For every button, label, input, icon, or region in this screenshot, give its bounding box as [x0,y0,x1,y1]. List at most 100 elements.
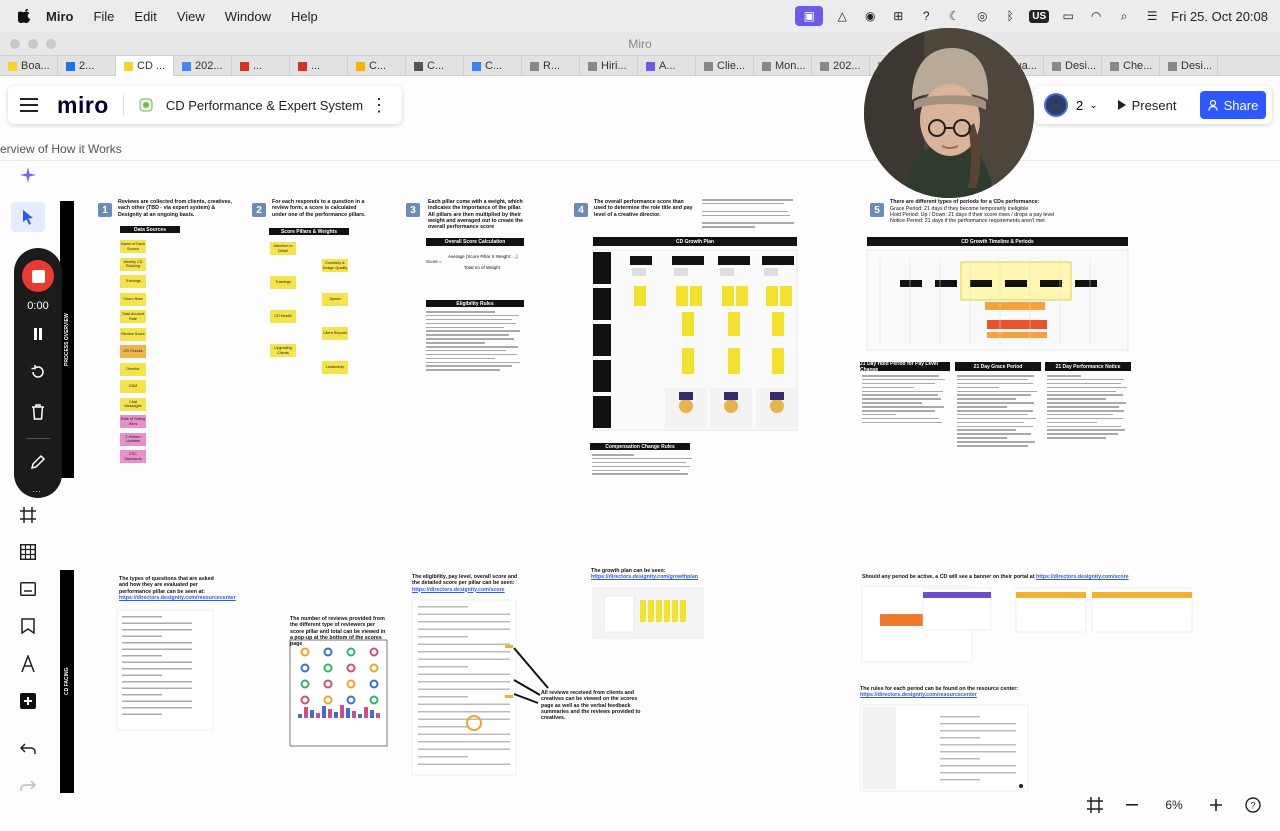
sticky-note[interactable]: CSC Standards [120,450,146,463]
browser-tab[interactable]: Hiri... [580,56,638,76]
pillar-sticky[interactable]: Trainings [270,276,296,289]
pillar-sticky[interactable]: CD Health [270,310,296,323]
card-tool[interactable] [11,574,45,604]
kanban-tool[interactable] [11,611,45,641]
period-score-link[interactable]: https://directors.designity.com/score [1036,574,1129,580]
sticky-note[interactable]: CR Checks [120,345,146,358]
sticky-note[interactable]: Trainings [120,275,146,288]
miro-logo[interactable]: miro [57,92,109,119]
screen-share-icon[interactable]: ▣ [795,6,824,26]
wifi-icon[interactable]: ◠ [1087,8,1105,24]
resource-center-link[interactable]: https://directors.designity.com/resource… [119,595,236,601]
sticky-note[interactable]: Name of Each Source [120,240,146,253]
spotlight-search-icon[interactable]: ⌕ [1115,8,1133,24]
browser-tab[interactable]: Clie... [696,56,754,76]
collaborator-count[interactable]: 2 [1076,98,1083,113]
zoom-in-button[interactable] [1198,799,1235,811]
pillar-sticky[interactable]: Upgrading Clients [270,344,296,357]
browser-tab[interactable]: A... [638,56,696,76]
translate-icon[interactable]: ⊞ [889,8,907,24]
zoom-level[interactable]: 6% [1150,798,1197,812]
sticky-note[interactable]: Review Score [120,327,146,341]
input-source-badge[interactable]: US [1029,9,1050,23]
rules-resource-link[interactable]: https://directors.designity.com/resource… [860,692,977,698]
restart-button[interactable] [26,360,50,384]
browser-tab[interactable]: C... [464,56,522,76]
bluetooth-icon[interactable]: ᛒ [1001,8,1019,24]
fit-to-screen-button[interactable] [1076,797,1113,813]
browser-tab[interactable]: Che... [1102,56,1160,76]
board-name[interactable]: CD Performance & Expert System [166,98,363,113]
grammarly-icon[interactable]: ◉ [861,8,879,24]
sticky-note[interactable]: Total Account Rate [120,310,146,323]
chevron-down-icon[interactable]: ⌄ [1089,100,1097,111]
collaborator-avatar[interactable] [1044,93,1068,117]
browser-tab[interactable]: 2... [58,56,116,76]
browser-tab[interactable]: ... [232,56,290,76]
drag-handle-icon[interactable]: ⋯ [32,486,41,497]
zoom-out-button[interactable] [1113,804,1150,806]
undo-button[interactable] [11,734,45,764]
browser-tab[interactable]: 202... [812,56,870,76]
browser-tab[interactable]: Mon... [754,56,812,76]
menu-help[interactable]: Help [291,9,318,24]
redo-button[interactable] [11,771,45,801]
help-button[interactable]: ? [1235,797,1272,813]
pillar-sticky[interactable]: Attention to Detail [270,242,296,255]
pen-tool[interactable] [11,649,45,679]
browser-tab[interactable]: CD ... [116,56,174,76]
draw-button[interactable] [26,450,50,474]
pause-button[interactable] [26,322,50,346]
browser-tab[interactable]: ... [290,56,348,76]
stop-recording-button[interactable] [22,260,54,292]
ai-sparkle-tool[interactable] [11,160,45,190]
drive-icon[interactable]: △ [833,8,851,24]
browser-tab[interactable]: Desi... [1160,56,1218,76]
webcam-overlay[interactable] [864,28,1034,198]
control-center-icon[interactable]: ☰ [1143,8,1161,24]
select-tool[interactable] [11,202,45,232]
menubar-clock[interactable]: Fri 25. Oct 20:08 [1171,9,1268,24]
sticky-note[interactable]: CBM [120,380,146,393]
present-button[interactable]: Present [1117,98,1176,113]
pillar-sticky[interactable]: Creativity & Design Quality [322,259,348,272]
hold-period-header: 21 Day Hold Period for Pay Level Change [860,361,950,373]
frame-tool[interactable] [11,500,45,530]
battery-icon[interactable]: ▭ [1059,8,1077,24]
menu-file[interactable]: File [93,9,114,24]
pillar-sticky[interactable]: Client Reports [322,327,348,340]
sticky-note[interactable]: Rate of Rating Wins [120,415,146,428]
browser-tab[interactable]: R... [522,56,580,76]
main-menu-icon[interactable] [19,98,39,112]
sticky-note[interactable]: Weekly CD Ranking [120,257,146,271]
add-more-tool[interactable] [11,686,45,716]
app-menu-miro[interactable]: Miro [46,9,73,24]
pillar-sticky[interactable]: Leadership [322,361,348,374]
apple-icon[interactable] [18,9,32,23]
browser-tab[interactable]: Boa... [0,56,58,76]
sticky-note[interactable]: Chat Messages [120,397,146,411]
share-button[interactable]: Share [1200,91,1266,119]
header-divider [122,95,124,115]
character-hat [770,392,784,400]
browser-tab[interactable]: Desi... [1044,56,1102,76]
sticky-note[interactable]: 2 Hidden Updates [120,432,146,446]
more-options-icon[interactable]: ⋮ [370,95,388,115]
moon-icon[interactable]: ☾ [945,8,963,24]
sticky-note[interactable]: Director [120,362,146,376]
frame-title[interactable]: erview of How it Works [0,142,122,156]
help-circle-icon[interactable]: ? [917,8,935,24]
table-tool[interactable] [11,537,45,567]
browser-tab[interactable]: 202... [174,56,232,76]
delete-recording-button[interactable] [26,400,50,424]
sticky-note[interactable]: Churn Rate [120,292,146,306]
growth-plan-link[interactable]: https://directors.designity.com/growthpl… [591,574,698,580]
score-link[interactable]: https://directors.designity.com/score [412,587,505,593]
browser-tab[interactable]: C... [406,56,464,76]
menu-window[interactable]: Window [225,9,271,24]
browser-tab[interactable]: C... [348,56,406,76]
pillar-sticky[interactable]: Speed [322,293,348,306]
menu-view[interactable]: View [177,9,205,24]
menu-edit[interactable]: Edit [134,9,156,24]
airdrop-icon[interactable]: ◎ [973,8,991,24]
